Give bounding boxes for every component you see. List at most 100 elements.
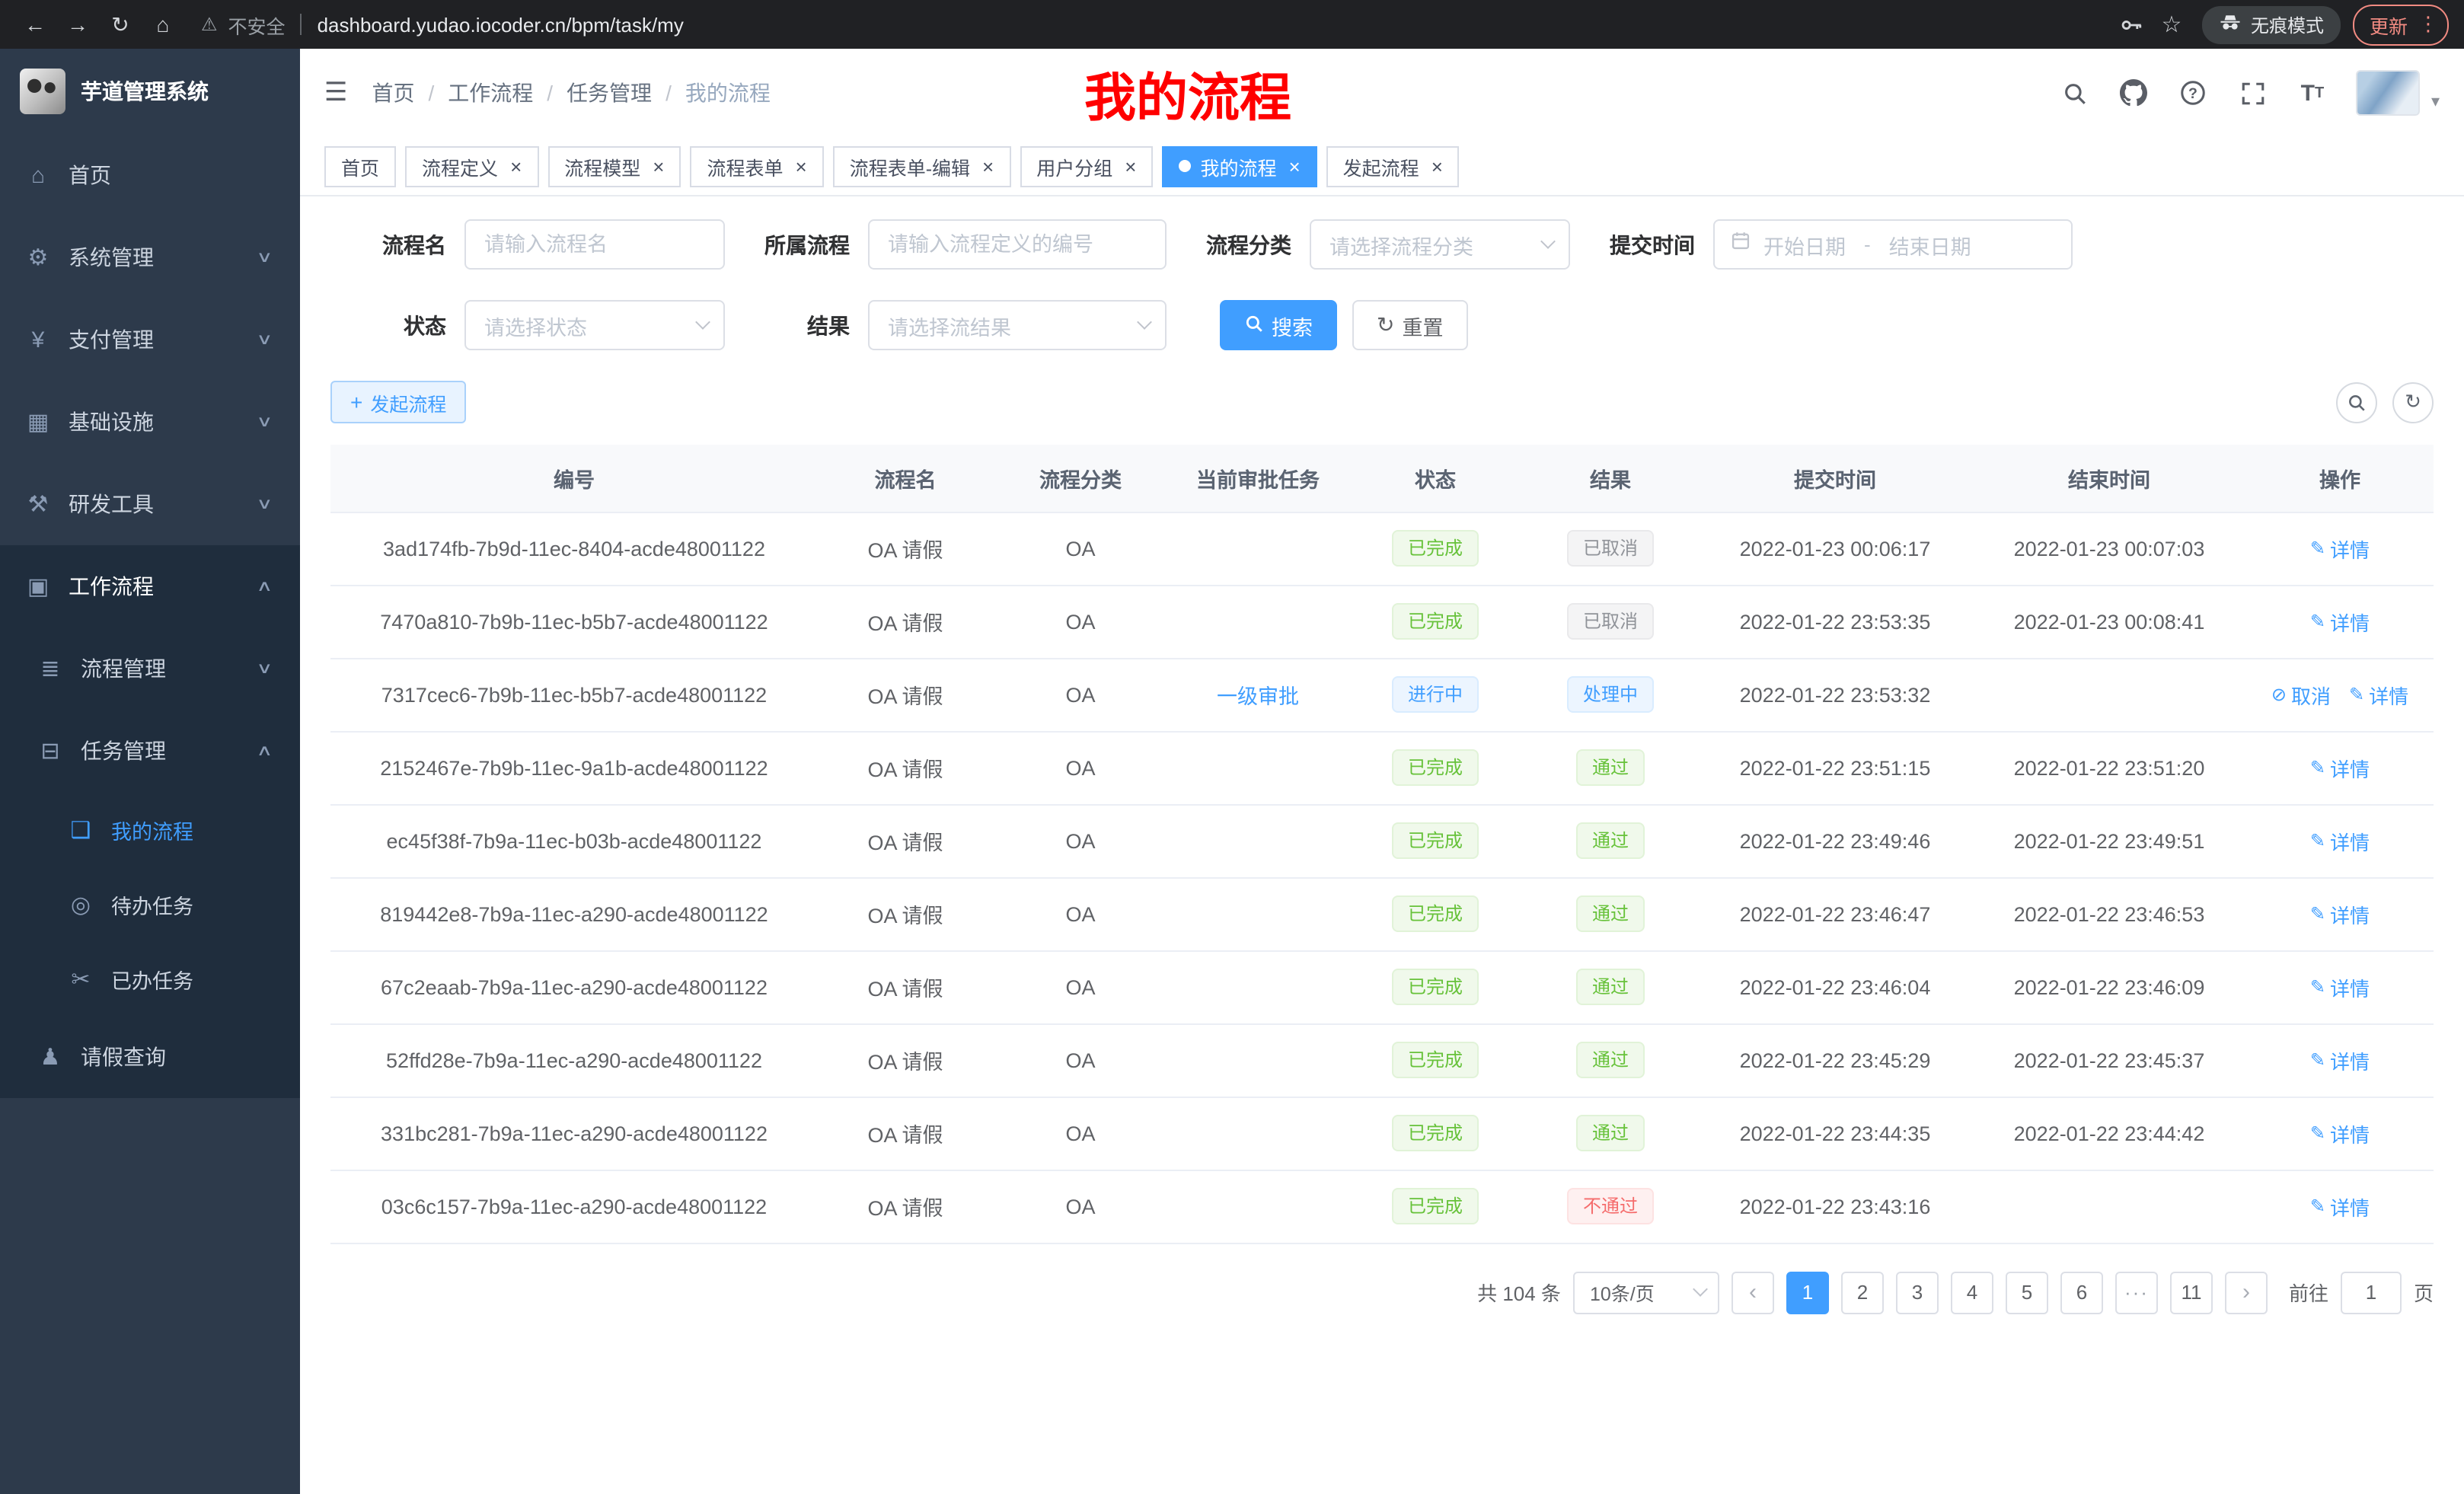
sidebar-item-home[interactable]: ⌂首页 [0, 134, 300, 216]
submit-time-range-picker[interactable]: 开始日期 - 结束日期 [1713, 219, 2073, 270]
next-page-button[interactable]: › [2225, 1271, 2268, 1314]
close-icon[interactable]: × [1288, 156, 1300, 176]
breadcrumb-item[interactable]: 首页 [372, 78, 415, 108]
detail-link[interactable]: ✎详情 [2310, 826, 2370, 855]
help-icon[interactable]: ? [2178, 78, 2209, 108]
submit-time: 2022-01-22 23:53:32 [1740, 683, 1931, 706]
detail-link[interactable]: ✎详情 [2310, 753, 2370, 782]
page-button-5[interactable]: 5 [2006, 1271, 2048, 1314]
prev-page-button[interactable]: ‹ [1732, 1271, 1774, 1314]
sidebar-item-task-management[interactable]: ⊟任务管理∧ [0, 710, 300, 792]
sidebar-item-process-management[interactable]: ≣流程管理∨ [0, 627, 300, 710]
sidebar-item-system[interactable]: ⚙系统管理∨ [0, 216, 300, 298]
page-button-11[interactable]: 11 [2170, 1271, 2213, 1314]
github-icon[interactable] [2119, 78, 2150, 108]
sidebar-item-devtools[interactable]: ⚒研发工具∨ [0, 463, 300, 545]
tab-user-group[interactable]: 用户分组× [1020, 145, 1153, 187]
sidebar-item-todo-tasks[interactable]: ◎待办任务 [0, 867, 300, 941]
page-button-2[interactable]: 2 [1841, 1271, 1884, 1314]
cancel-icon: ⊘ [2271, 684, 2287, 705]
update-label: 更新 [2370, 10, 2408, 39]
bookmark-star-icon[interactable]: ☆ [2153, 6, 2190, 43]
refresh-table-button[interactable]: ↻ [2392, 381, 2434, 423]
sidebar-item-infrastructure[interactable]: ▦基础设施∨ [0, 381, 300, 463]
detail-link[interactable]: ✎详情 [2310, 972, 2370, 1001]
address-bar[interactable]: ⚠ 不安全 dashboard.yudao.iocoder.cn/bpm/tas… [201, 10, 2111, 39]
page-button-3[interactable]: 3 [1896, 1271, 1939, 1314]
avatar[interactable] [2357, 70, 2421, 116]
edit-icon: ✎ [2349, 684, 2364, 705]
tab-my-process[interactable]: 我的流程× [1162, 145, 1317, 187]
cell-result: 已取消 [1523, 512, 1698, 585]
create-process-button[interactable]: + 发起流程 [330, 381, 466, 423]
close-icon[interactable]: × [510, 156, 522, 176]
reset-button[interactable]: ↻ 重置 [1352, 300, 1467, 350]
forward-icon[interactable]: → [58, 5, 97, 44]
password-key-icon[interactable] [2114, 6, 2150, 43]
detail-link[interactable]: ✎详情 [2310, 1192, 2370, 1221]
tab-process-definition[interactable]: 流程定义× [405, 145, 538, 187]
cell-result: 通过 [1523, 877, 1698, 950]
close-icon[interactable]: × [1125, 156, 1136, 176]
end-time: 2022-01-22 23:51:20 [2014, 756, 2205, 779]
page-button-6[interactable]: 6 [2060, 1271, 2103, 1314]
close-icon[interactable]: × [796, 156, 807, 176]
tab-home[interactable]: 首页 [324, 145, 396, 187]
cancel-link[interactable]: ⊘取消 [2271, 680, 2331, 709]
sidebar-item-label: 请假查询 [81, 1042, 276, 1072]
process-id: 331bc281-7b9a-11ec-a290-acde48001122 [381, 1122, 768, 1144]
font-size-icon[interactable]: TT [2297, 78, 2328, 108]
tab-process-form-edit[interactable]: 流程表单-编辑× [833, 145, 1011, 187]
detail-link[interactable]: ✎详情 [2310, 607, 2370, 636]
browser-menu-icon[interactable]: ⋮ [2418, 12, 2441, 37]
home-icon[interactable]: ⌂ [143, 5, 183, 44]
detail-link[interactable]: ✎详情 [2310, 899, 2370, 928]
chevron-down-icon[interactable]: ▾ [2431, 91, 2440, 116]
detail-link[interactable]: ✎详情 [2310, 1119, 2370, 1148]
collapse-sidebar-icon[interactable]: ☰ [324, 78, 348, 108]
parent-process-input[interactable] [868, 219, 1167, 270]
detail-link[interactable]: ✎详情 [2310, 534, 2370, 563]
search-icon[interactable] [2060, 78, 2090, 108]
goto-label: 前往 [2289, 1278, 2328, 1307]
toggle-search-button[interactable] [2336, 381, 2377, 423]
page-button-1[interactable]: 1 [1786, 1271, 1829, 1314]
current-task-link[interactable]: 一级审批 [1217, 685, 1299, 708]
breadcrumb-item[interactable]: 工作流程 [448, 78, 533, 108]
sidebar-item-workflow[interactable]: ▣工作流程∧ [0, 545, 300, 627]
sidebar-item-leave-query[interactable]: ♟请假查询 [0, 1016, 300, 1098]
fullscreen-icon[interactable] [2238, 78, 2268, 108]
cell-process-name: OA 请假 [818, 1023, 993, 1097]
close-icon[interactable]: × [1431, 156, 1443, 176]
reload-icon[interactable]: ↻ [101, 5, 140, 44]
pager-ellipsis[interactable]: ··· [2115, 1271, 2158, 1314]
breadcrumb-item[interactable]: 任务管理 [567, 78, 652, 108]
category-select[interactable]: 请选择流程分类 [1310, 219, 1570, 270]
status-select[interactable]: 请选择状态 [464, 300, 725, 350]
sidebar-item-done-tasks[interactable]: ✂已办任务 [0, 941, 300, 1016]
back-icon[interactable]: ← [15, 5, 55, 44]
security-label[interactable]: 不安全 [228, 10, 286, 39]
close-icon[interactable]: × [653, 156, 664, 176]
result-select[interactable]: 请选择流结果 [868, 300, 1167, 350]
url-text[interactable]: dashboard.yudao.iocoder.cn/bpm/task/my [318, 13, 684, 36]
detail-link[interactable]: ✎详情 [2310, 1045, 2370, 1074]
end-time: 2022-01-22 23:46:53 [2014, 902, 2205, 925]
update-button[interactable]: 更新 ⋮ [2353, 4, 2449, 45]
app-logo[interactable]: 芋道管理系统 [0, 49, 300, 134]
page-size-select[interactable]: 10条/页 [1573, 1271, 1719, 1314]
tab-start-process[interactable]: 发起流程× [1326, 145, 1460, 187]
cell-submit-time: 2022-01-22 23:53:32 [1698, 658, 1972, 731]
cell-status: 已完成 [1348, 804, 1523, 877]
page-button-4[interactable]: 4 [1951, 1271, 1993, 1314]
detail-link[interactable]: ✎详情 [2349, 680, 2408, 709]
goto-page-input[interactable] [2341, 1271, 2402, 1314]
tab-process-model[interactable]: 流程模型× [547, 145, 681, 187]
close-icon[interactable]: × [982, 156, 994, 176]
tab-process-form[interactable]: 流程表单× [690, 145, 823, 187]
search-button[interactable]: 搜索 [1220, 300, 1337, 350]
sidebar-item-my-process[interactable]: ❑我的流程 [0, 792, 300, 867]
sidebar-item-payment[interactable]: ¥支付管理∨ [0, 298, 300, 381]
process-category: OA [1065, 537, 1095, 560]
process-name-input[interactable] [464, 219, 725, 270]
